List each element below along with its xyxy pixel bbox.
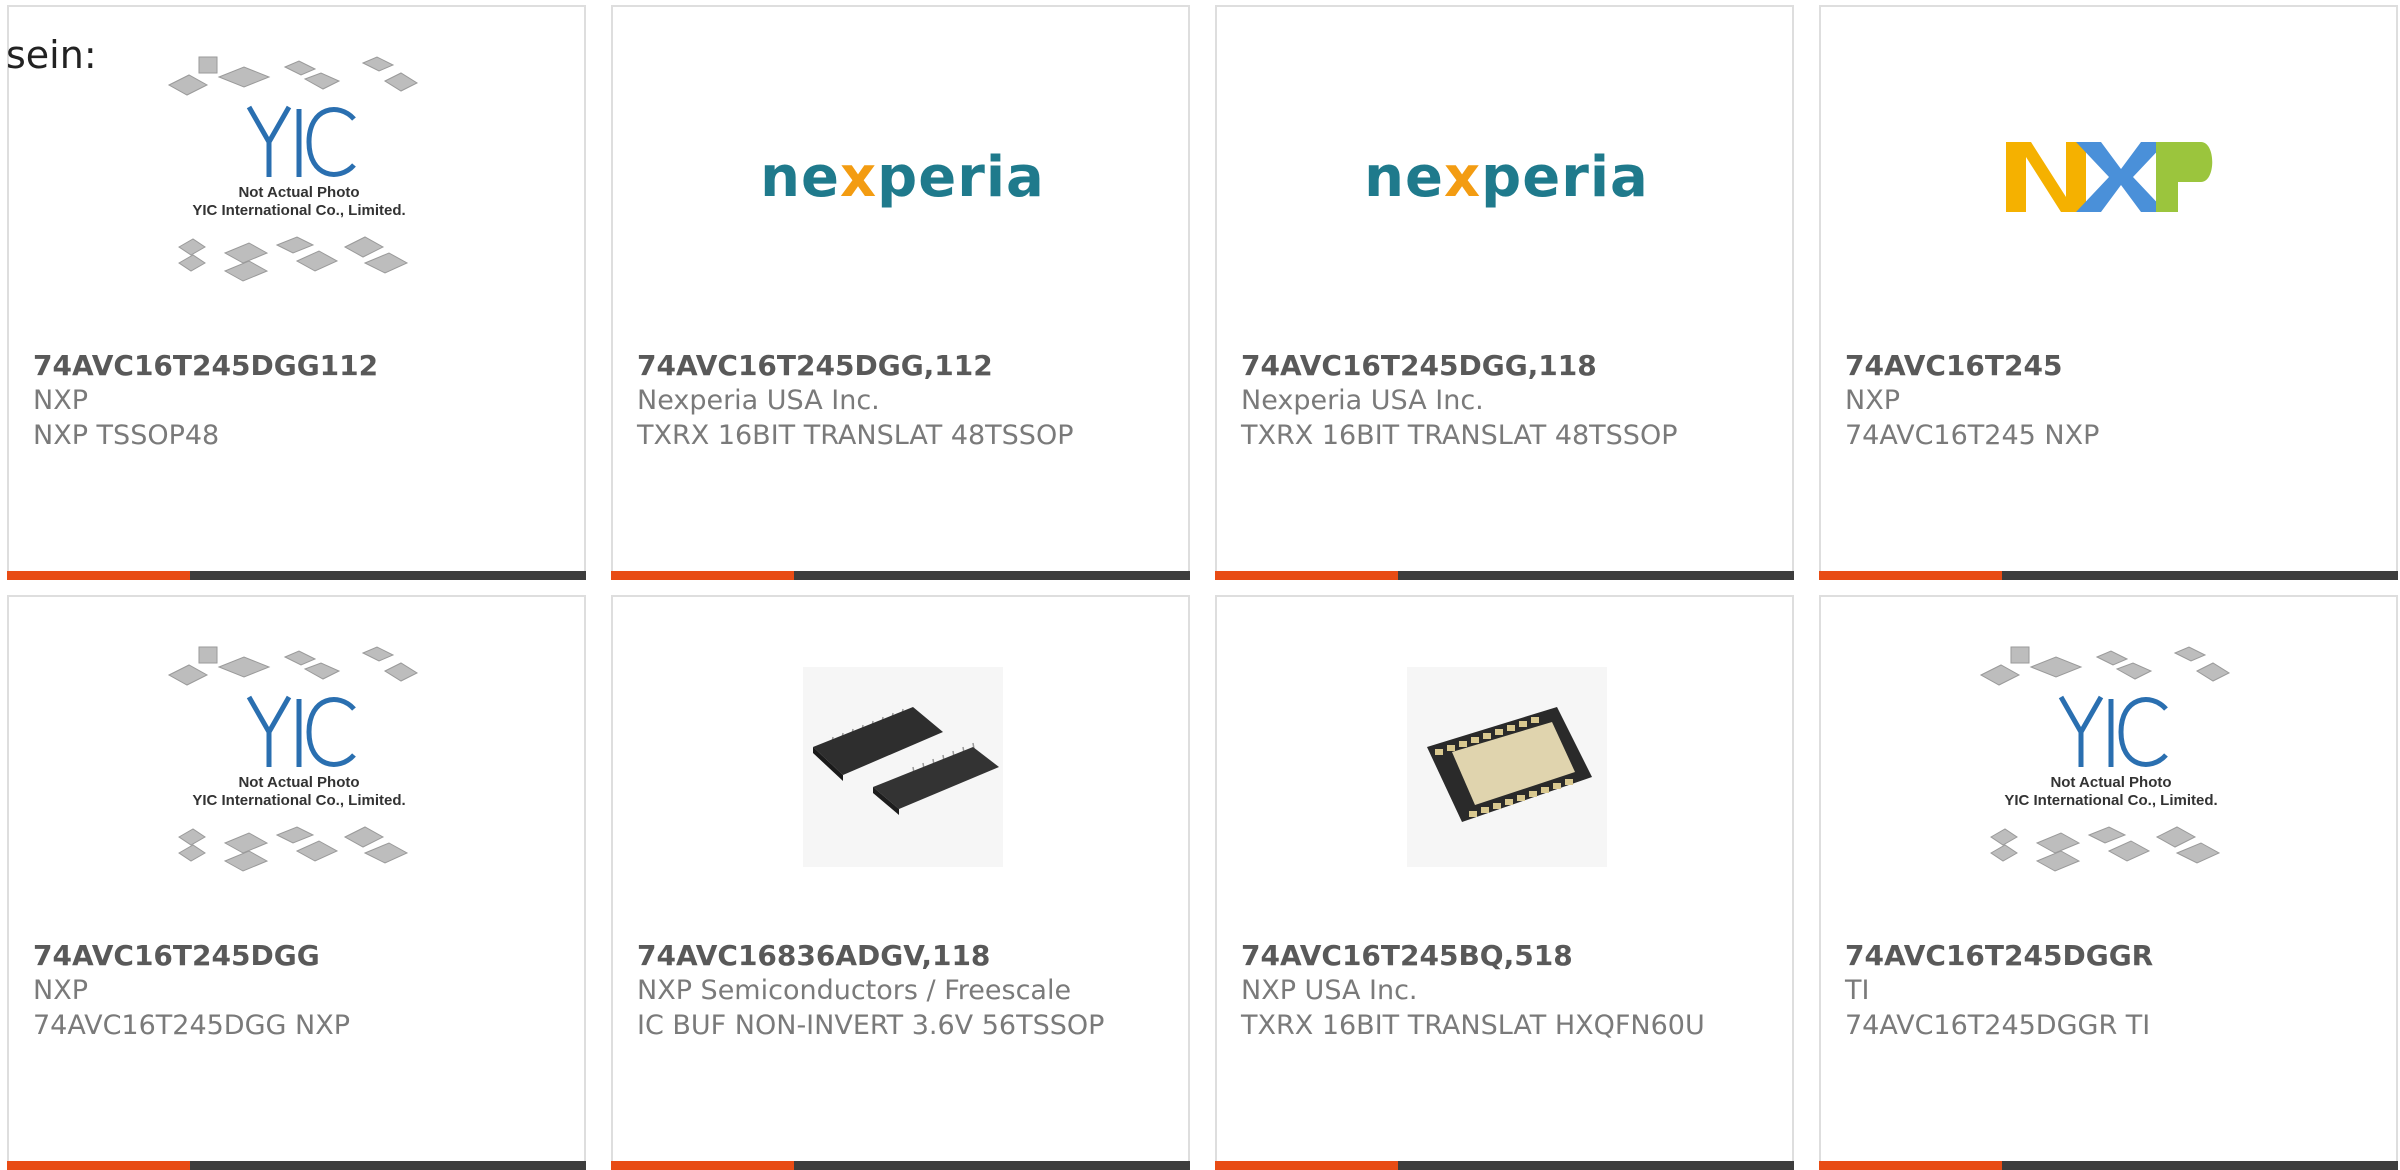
placeholder-line2: YIC International Co., Limited. [2004, 792, 2217, 809]
product-image[interactable] [1823, 27, 2398, 327]
product-card[interactable]: 74AVC16T245 NXP 74AVC16T245 NXP [1819, 5, 2398, 580]
placeholder-line1: Not Actual Photo [238, 184, 359, 201]
product-name[interactable]: 74AVC16T245DGG,112 [637, 349, 993, 382]
card-bottom-bar [611, 1161, 1190, 1170]
product-card[interactable]: 74AVC16836ADGV,118 NXP Semiconductors / … [611, 595, 1190, 1170]
product-card[interactable]: Not Actual Photo YIC International Co., … [1819, 595, 2398, 1170]
product-description: TXRX 16BIT TRANSLAT HXQFN60U [1241, 1010, 1705, 1041]
product-card[interactable]: 74AVC16T245BQ,518 NXP USA Inc. TXRX 16BI… [1215, 595, 1794, 1170]
product-image[interactable]: Not Actual Photo YIC International Co., … [11, 617, 586, 917]
product-image[interactable]: Not Actual Photo YIC International Co., … [1823, 617, 2398, 917]
product-name[interactable]: 74AVC16T245BQ,518 [1241, 939, 1573, 972]
card-accent-bar [611, 1161, 794, 1170]
card-bottom-bar [1819, 571, 2398, 580]
yic-placeholder-icon: Not Actual Photo YIC International Co., … [1979, 646, 2230, 872]
product-image[interactable] [1219, 617, 1794, 917]
card-bottom-bar [7, 1161, 586, 1170]
card-bottom-bar [1215, 1161, 1794, 1170]
product-brand: NXP [1845, 385, 1900, 416]
placeholder-line1: Not Actual Photo [2050, 774, 2171, 791]
card-accent-bar [7, 1161, 190, 1170]
product-brand: NXP USA Inc. [1241, 975, 1418, 1006]
product-brand: TI [1845, 975, 1870, 1006]
intro-text: sein: [6, 33, 97, 77]
card-bottom-bar [611, 571, 1190, 580]
product-description: 74AVC16T245DGG NXP [33, 1010, 350, 1041]
card-accent-bar [611, 571, 794, 580]
nexperia-logo-icon: nexperia [1364, 144, 1649, 210]
product-name[interactable]: 74AVC16T245 [1845, 349, 2062, 382]
yic-placeholder-icon: Not Actual Photo YIC International Co., … [167, 646, 418, 872]
card-bottom-bar [1819, 1161, 2398, 1170]
product-name[interactable]: 74AVC16T245DGG112 [33, 349, 378, 382]
nexperia-logo-icon: nexperia [760, 144, 1045, 210]
card-accent-bar [1819, 571, 2002, 580]
yic-placeholder-icon: Not Actual Photo YIC International Co., … [167, 56, 418, 282]
product-image[interactable]: nexperia [1219, 27, 1794, 327]
card-bottom-bar [1215, 571, 1794, 580]
nxp-logo-icon [2005, 142, 2212, 212]
product-brand: Nexperia USA Inc. [637, 385, 880, 416]
product-name[interactable]: 74AVC16T245DGG [33, 939, 320, 972]
product-description: TXRX 16BIT TRANSLAT 48TSSOP [1241, 420, 1678, 451]
tssop-chip-icon [802, 667, 1003, 867]
card-accent-bar [1215, 571, 1398, 580]
product-brand: NXP [33, 975, 88, 1006]
placeholder-line2: YIC International Co., Limited. [192, 202, 405, 219]
card-accent-bar [7, 571, 190, 580]
product-card[interactable]: Not Actual Photo YIC International Co., … [7, 595, 586, 1170]
product-card[interactable]: nexperia 74AVC16T245DGG,112 Nexperia USA… [611, 5, 1190, 580]
placeholder-line1: Not Actual Photo [238, 774, 359, 791]
product-name[interactable]: 74AVC16836ADGV,118 [637, 939, 990, 972]
product-description: TXRX 16BIT TRANSLAT 48TSSOP [637, 420, 1074, 451]
card-accent-bar [1819, 1161, 2002, 1170]
placeholder-line2: YIC International Co., Limited. [192, 792, 405, 809]
product-card[interactable]: nexperia 74AVC16T245DGG,118 Nexperia USA… [1215, 5, 1794, 580]
product-name[interactable]: 74AVC16T245DGGR [1845, 939, 2153, 972]
product-description: 74AVC16T245 NXP [1845, 420, 2100, 451]
product-image[interactable] [615, 617, 1190, 917]
product-description: IC BUF NON-INVERT 3.6V 56TSSOP [637, 1010, 1105, 1041]
card-bottom-bar [7, 571, 586, 580]
product-brand: NXP [33, 385, 88, 416]
product-description: NXP TSSOP48 [33, 420, 220, 451]
qfn-chip-icon [1406, 667, 1607, 867]
product-name[interactable]: 74AVC16T245DGG,118 [1241, 349, 1597, 382]
product-image[interactable]: Not Actual Photo YIC International Co., … [11, 27, 586, 327]
card-accent-bar [1215, 1161, 1398, 1170]
product-card[interactable]: Not Actual Photo YIC International Co., … [7, 5, 586, 580]
product-description: 74AVC16T245DGGR TI [1845, 1010, 2151, 1041]
product-brand: NXP Semiconductors / Freescale [637, 975, 1072, 1006]
product-image[interactable]: nexperia [615, 27, 1190, 327]
product-brand: Nexperia USA Inc. [1241, 385, 1484, 416]
